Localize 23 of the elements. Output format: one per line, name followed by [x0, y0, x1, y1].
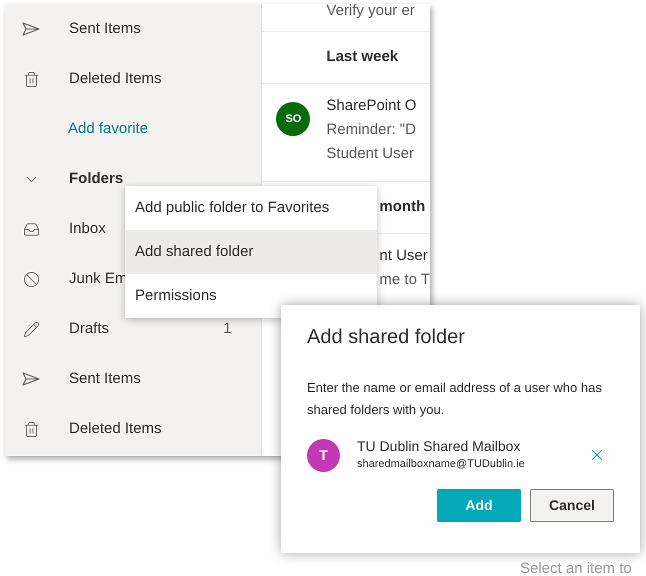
- folder-label: Drafts: [69, 318, 110, 339]
- message-text: Reminder: "D: [326, 120, 416, 140]
- folder-label: Deleted Items: [69, 68, 163, 89]
- message-text: Student User: [326, 144, 415, 164]
- message-sender: nt User: [379, 246, 429, 266]
- dialog-title: Add shared folder: [307, 325, 466, 350]
- message-sender: SharePoint O: [326, 96, 416, 116]
- folder-label: Inbox: [69, 218, 107, 239]
- person-name: TU Dublin Shared Mailbox: [357, 437, 522, 455]
- avatar: T: [307, 438, 340, 472]
- folder-label: Deleted Items: [69, 418, 163, 439]
- person-email: sharedmailboxname@TUDublin.ie: [357, 457, 526, 472]
- reading-pane-hint: Select an item to: [520, 559, 632, 576]
- message-text: me to T: [379, 270, 430, 290]
- folder-label: Folders: [69, 168, 124, 189]
- unread-count: 1: [223, 318, 232, 339]
- dialog-description: Enter the name or email address of a user who has shared folders with you.: [307, 379, 603, 419]
- message-preview: Verify your er: [326, 4, 415, 18]
- avatar: SO: [276, 102, 310, 136]
- folder-label: Sent Items: [69, 18, 142, 39]
- group-header: month: [379, 197, 426, 218]
- folder-label: Sent Items: [69, 368, 142, 389]
- group-header: Last week: [326, 47, 398, 68]
